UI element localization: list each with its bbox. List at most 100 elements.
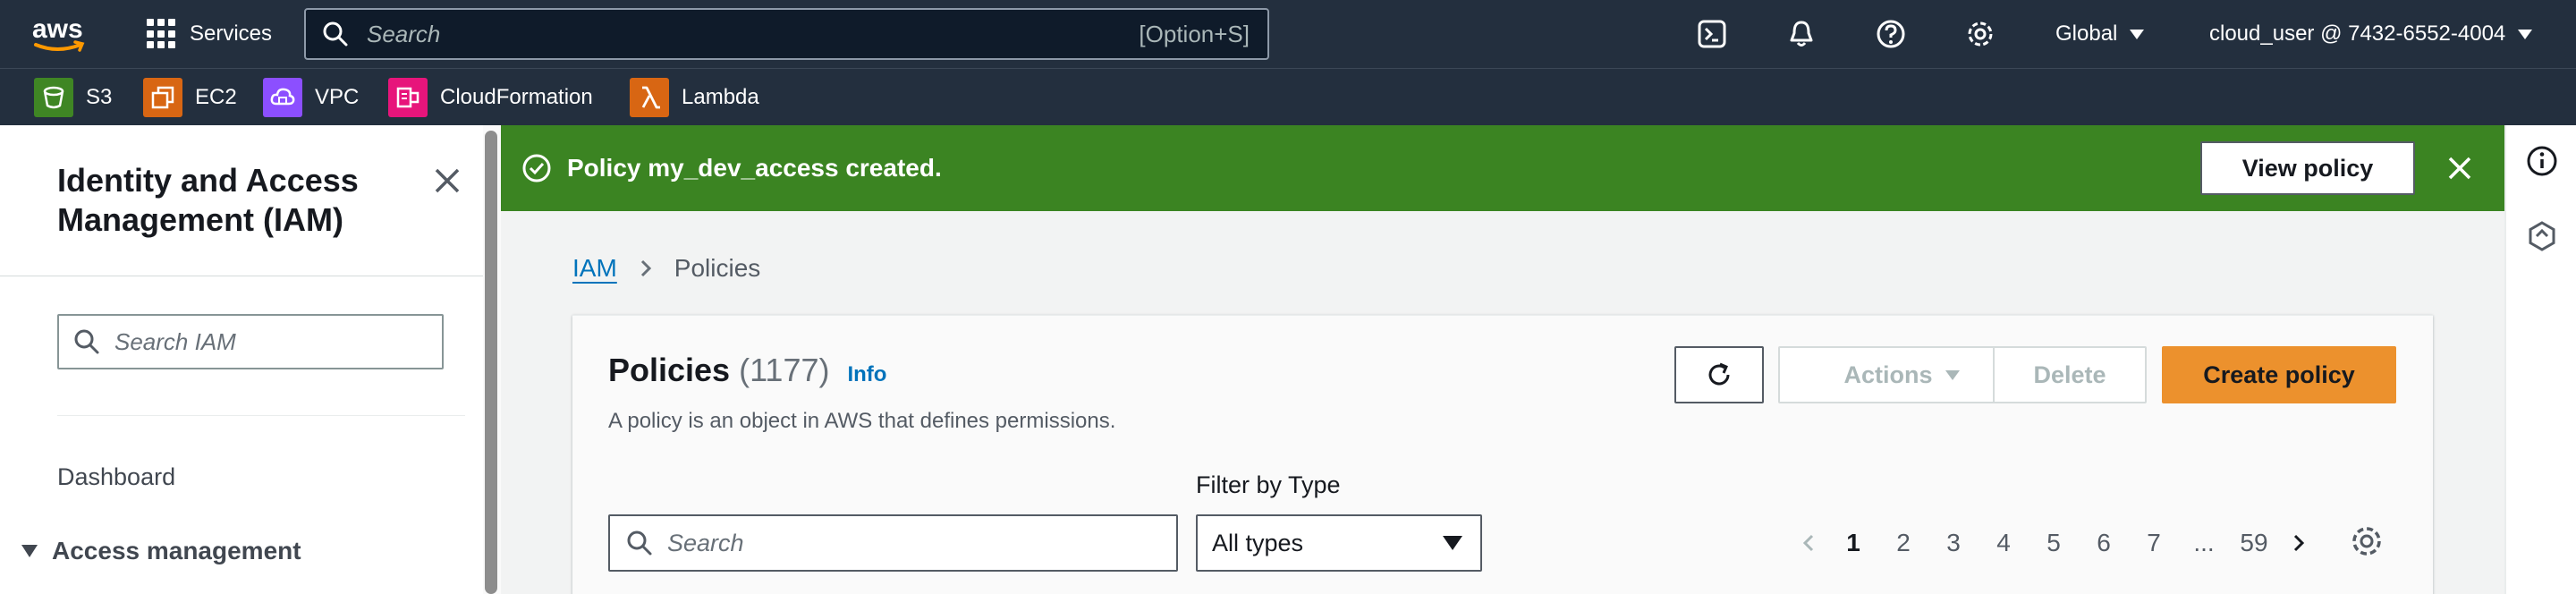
- view-policy-button[interactable]: View policy: [2200, 141, 2415, 195]
- pagination: 1 2 3 4 5 6 7 ... 59: [1789, 522, 2318, 564]
- favorite-label: S3: [86, 85, 113, 109]
- favorite-label: Lambda: [682, 85, 759, 109]
- global-search-input[interactable]: Search [Option+S]: [304, 8, 1269, 60]
- cloudshell-icon: [1698, 20, 1726, 48]
- info-panel-button[interactable]: [2524, 143, 2560, 179]
- page-6-button[interactable]: 6: [2079, 529, 2129, 557]
- search-shortcut: [Option+S]: [1139, 20, 1250, 47]
- favorite-s3[interactable]: S3: [34, 78, 112, 117]
- breadcrumb: IAM Policies: [572, 250, 760, 286]
- page-3-button[interactable]: 3: [1928, 529, 1979, 557]
- search-icon: [323, 21, 348, 47]
- close-sidebar-button[interactable]: [429, 163, 465, 199]
- page-7-button[interactable]: 7: [2129, 529, 2179, 557]
- page-5-button[interactable]: 5: [2029, 529, 2079, 557]
- chevron-right-icon: [2293, 534, 2305, 552]
- search-icon: [627, 530, 652, 556]
- favorites-bar: S3 EC2 VPC CloudFormation Lambda: [0, 68, 2576, 125]
- iam-search-placeholder: Search IAM: [114, 327, 236, 355]
- refresh-icon: [1708, 362, 1730, 386]
- info-icon: [2527, 146, 2557, 176]
- favorite-label: VPC: [315, 85, 360, 109]
- caret-down-icon: [21, 545, 38, 557]
- caret-down-icon: [1443, 536, 1462, 550]
- panel-header: Policies (1177) Info: [608, 352, 886, 389]
- ec2-icon: [143, 78, 182, 117]
- breadcrumb-iam-link[interactable]: IAM: [572, 254, 617, 283]
- favorite-lambda[interactable]: Lambda: [630, 78, 759, 117]
- policy-search-placeholder: Search: [667, 529, 744, 556]
- divider: [57, 415, 465, 416]
- grid-icon: [147, 19, 177, 49]
- region-selector[interactable]: Global: [2055, 16, 2145, 52]
- vpc-icon: [263, 78, 302, 117]
- info-link[interactable]: Info: [847, 362, 886, 387]
- policy-count: (1177): [739, 352, 830, 388]
- cloudformation-icon: [388, 78, 428, 117]
- table-preferences-button[interactable]: [2349, 523, 2385, 559]
- chevron-right-icon: [640, 259, 651, 277]
- services-menu-button[interactable]: Services: [147, 16, 272, 52]
- page-59-button[interactable]: 59: [2229, 529, 2279, 557]
- aws-console: aws Services Search [Option+S] Global cl…: [0, 0, 2576, 594]
- actions-label: Actions: [1843, 361, 1933, 388]
- panel-description: A policy is an object in AWS that define…: [608, 409, 1116, 433]
- sidebar-title: Identity and Access Management (IAM): [57, 162, 359, 238]
- top-navigation: aws Services Search [Option+S] Global cl…: [0, 0, 2576, 68]
- notifications-button[interactable]: [1784, 16, 1819, 52]
- iam-search-input[interactable]: Search IAM: [57, 314, 444, 369]
- filter-type-select[interactable]: All types: [1196, 514, 1482, 572]
- actions-dropdown-button[interactable]: Actions: [1778, 346, 2025, 403]
- previous-page-button[interactable]: [1789, 523, 1828, 563]
- favorite-cloudformation[interactable]: CloudFormation: [388, 78, 593, 117]
- close-icon: [435, 168, 460, 193]
- create-policy-button[interactable]: Create policy: [2162, 346, 2396, 403]
- settings-icon: [1968, 21, 1993, 47]
- help-button[interactable]: [1873, 16, 1909, 52]
- filter-by-type-label: Filter by Type: [1196, 471, 1341, 498]
- notifications-icon: [1790, 21, 1813, 47]
- hexagon-icon: [2529, 221, 2555, 251]
- caret-down-icon: [1945, 369, 1960, 380]
- sidebar-item-dashboard[interactable]: Dashboard: [57, 463, 175, 491]
- dismiss-flash-button[interactable]: [2444, 152, 2476, 184]
- lambda-icon: [630, 78, 669, 117]
- breadcrumb-current: Policies: [674, 254, 761, 282]
- search-placeholder: Search: [367, 20, 441, 47]
- help-panel-button[interactable]: [2524, 218, 2560, 254]
- policies-table-panel: Policies (1177) Info A policy is an obje…: [572, 315, 2433, 594]
- search-icon: [74, 329, 99, 354]
- close-icon: [2448, 157, 2471, 180]
- success-flash-banner: Policy my_dev_access created. View polic…: [501, 125, 2504, 211]
- filter-type-value: All types: [1212, 529, 1304, 556]
- aws-logo[interactable]: aws: [30, 13, 93, 55]
- settings-icon: [2352, 527, 2381, 556]
- region-label: Global: [2055, 21, 2118, 46]
- policy-search-input[interactable]: Search: [608, 514, 1178, 572]
- page-2-button[interactable]: 2: [1878, 529, 1928, 557]
- settings-button[interactable]: [1962, 16, 1998, 52]
- page-ellipsis: ...: [2193, 529, 2215, 556]
- page-4-button[interactable]: 4: [1979, 529, 2029, 557]
- chevron-down-icon: [2518, 29, 2533, 39]
- page-1-button[interactable]: 1: [1828, 529, 1878, 557]
- sidebar-section-access-management[interactable]: Access management: [21, 537, 301, 565]
- svg-text:aws: aws: [32, 14, 83, 44]
- s3-icon: [34, 78, 73, 117]
- right-tools-rail: [2504, 125, 2576, 594]
- favorite-vpc[interactable]: VPC: [263, 78, 359, 117]
- favorite-label: CloudFormation: [440, 85, 593, 109]
- next-page-button[interactable]: [2279, 523, 2318, 563]
- favorite-ec2[interactable]: EC2: [143, 78, 237, 117]
- cloudshell-button[interactable]: [1694, 16, 1730, 52]
- page-title: Policies: [608, 352, 731, 388]
- delete-button[interactable]: Delete: [1993, 346, 2147, 403]
- flash-message: Policy my_dev_access created.: [567, 154, 942, 182]
- account-menu[interactable]: cloud_user @ 7432-6552-4004: [2209, 16, 2533, 52]
- account-label: cloud_user @ 7432-6552-4004: [2209, 21, 2506, 46]
- favorite-label: EC2: [195, 85, 237, 109]
- refresh-button[interactable]: [1674, 346, 1764, 403]
- sidebar-scrollbar-thumb[interactable]: [485, 131, 497, 594]
- chevron-down-icon: [2130, 29, 2145, 39]
- success-check-icon: [522, 154, 551, 182]
